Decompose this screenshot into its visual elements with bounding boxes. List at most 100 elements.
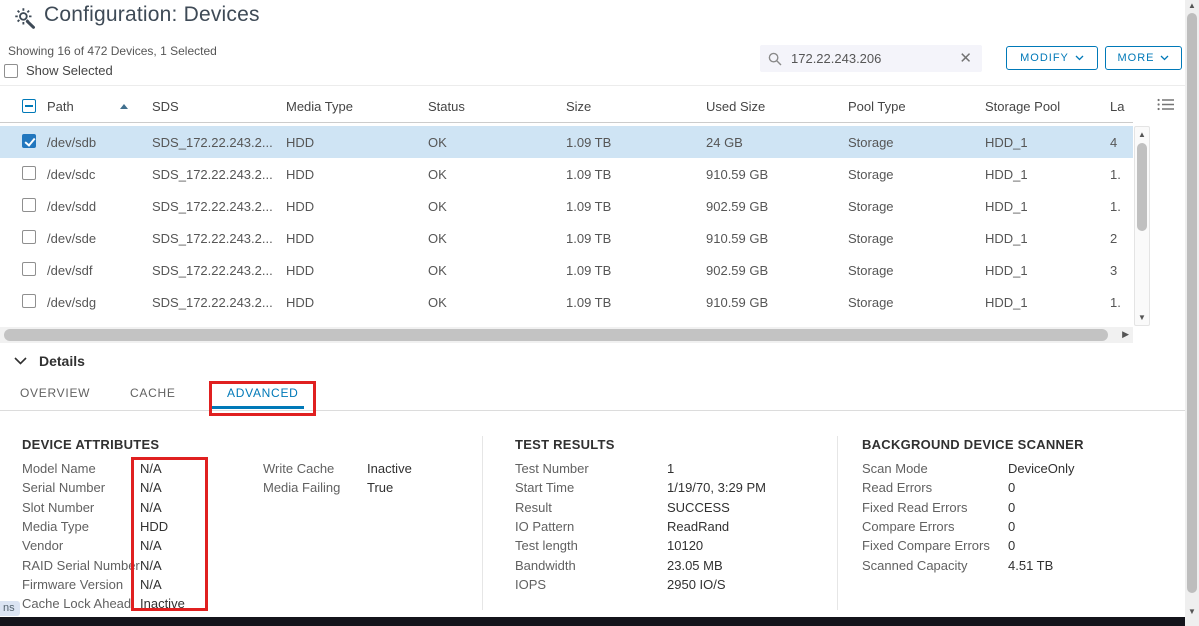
result-row: Test Number1	[515, 459, 766, 478]
cell-sds: SDS_172.22.243.2...	[152, 263, 286, 278]
select-all-cell[interactable]	[0, 99, 47, 113]
column-header-storage-pool[interactable]: Storage Pool	[985, 99, 1110, 114]
row-checkbox-cell[interactable]	[0, 134, 47, 151]
table-vertical-scrollbar[interactable]: ▲ ▼	[1134, 126, 1150, 326]
background-scanner-title: BACKGROUND DEVICE SCANNER	[862, 437, 1084, 452]
clear-search-icon[interactable]: ✕	[957, 51, 974, 66]
scroll-up-arrow-icon[interactable]: ▲	[1185, 1, 1199, 10]
row-checkbox[interactable]	[22, 198, 36, 212]
cell-last: 1.	[1110, 167, 1133, 182]
device-row-sde[interactable]: /dev/sde SDS_172.22.243.2... HDD OK 1.09…	[0, 222, 1133, 254]
device-attributes-list-2: Write CacheInactive Media FailingTrue	[263, 459, 412, 498]
cell-used-size: 910.59 GB	[706, 167, 848, 182]
page-title: Configuration: Devices	[44, 3, 260, 27]
device-row-sdc[interactable]: /dev/sdc SDS_172.22.243.2... HDD OK 1.09…	[0, 158, 1133, 190]
horizontal-scrollbar-thumb[interactable]	[4, 329, 1108, 341]
modify-button[interactable]: MODIFY	[1006, 46, 1098, 70]
cell-status: OK	[428, 231, 566, 246]
cell-used-size: 902.59 GB	[706, 199, 848, 214]
result-row: ResultSUCCESS	[515, 498, 766, 517]
cell-path: /dev/sdd	[47, 199, 152, 214]
row-checkbox[interactable]	[22, 166, 36, 180]
modify-button-label: MODIFY	[1020, 52, 1069, 64]
row-checkbox-cell[interactable]	[0, 294, 47, 311]
row-checkbox-cell[interactable]	[0, 198, 47, 215]
device-attributes-list: Model NameN/A Serial NumberN/A Slot Numb…	[22, 459, 185, 613]
column-header-size[interactable]: Size	[566, 99, 706, 114]
tab-overview[interactable]: OVERVIEW	[20, 386, 90, 400]
row-checkbox[interactable]	[22, 134, 36, 148]
scroll-up-arrow-icon[interactable]: ▲	[1135, 130, 1149, 139]
result-row: Test length10120	[515, 536, 766, 555]
row-checkbox-cell[interactable]	[0, 262, 47, 279]
search-input[interactable]: 172.22.243.206	[791, 51, 957, 66]
table-horizontal-scrollbar[interactable]: ▶	[0, 327, 1133, 343]
cell-sds: SDS_172.22.243.2...	[152, 167, 286, 182]
column-header-path[interactable]: Path	[47, 99, 152, 114]
scanner-row: Compare Errors0	[862, 517, 1074, 536]
cell-media-type: HDD	[286, 135, 428, 150]
select-all-checkbox-indeterminate[interactable]	[22, 99, 36, 113]
background-scanner-list: Scan ModeDeviceOnly Read Errors0 Fixed R…	[862, 459, 1074, 575]
row-checkbox-cell[interactable]	[0, 166, 47, 183]
cell-used-size: 910.59 GB	[706, 295, 848, 310]
chevron-down-icon	[1160, 55, 1169, 61]
row-checkbox[interactable]	[22, 262, 36, 276]
device-row-sdg[interactable]: /dev/sdg SDS_172.22.243.2... HDD OK 1.09…	[0, 286, 1133, 318]
cell-status: OK	[428, 199, 566, 214]
cell-storage-pool: HDD_1	[985, 135, 1110, 150]
search-box[interactable]: 172.22.243.206 ✕	[760, 45, 982, 72]
cell-storage-pool: HDD_1	[985, 167, 1110, 182]
section-divider	[482, 436, 483, 610]
details-section-toggle[interactable]: Details	[14, 353, 85, 369]
column-header-media-type[interactable]: Media Type	[286, 99, 428, 114]
scanner-row: Fixed Compare Errors0	[862, 536, 1074, 555]
cell-last: 1.	[1110, 199, 1133, 214]
show-selected-checkbox[interactable]	[4, 64, 18, 78]
row-checkbox-cell[interactable]	[0, 230, 47, 247]
more-button[interactable]: MORE	[1105, 46, 1182, 70]
scroll-down-arrow-icon[interactable]: ▼	[1135, 313, 1149, 322]
tab-advanced[interactable]: ADVANCED	[227, 386, 299, 400]
result-row: Start Time1/19/70, 3:29 PM	[515, 478, 766, 497]
show-selected-toggle[interactable]: Show Selected	[4, 63, 113, 78]
cell-status: OK	[428, 295, 566, 310]
attribute-row: Cache Lock AheadInactive	[22, 594, 185, 613]
scroll-right-arrow-icon[interactable]: ▶	[1122, 329, 1129, 340]
row-checkbox[interactable]	[22, 294, 36, 308]
scanner-row: Fixed Read Errors0	[862, 498, 1074, 517]
column-header-pool-type[interactable]: Pool Type	[848, 99, 985, 114]
vertical-scrollbar-thumb[interactable]	[1137, 143, 1147, 231]
cell-path: /dev/sdf	[47, 263, 152, 278]
cell-size: 1.09 TB	[566, 199, 706, 214]
column-header-last[interactable]: La	[1110, 99, 1133, 114]
row-checkbox[interactable]	[22, 230, 36, 244]
attribute-row: Media FailingTrue	[263, 478, 412, 497]
cell-status: OK	[428, 135, 566, 150]
cell-status: OK	[428, 263, 566, 278]
chevron-down-icon	[1075, 55, 1084, 61]
column-header-sds[interactable]: SDS	[152, 99, 286, 114]
column-header-used-size[interactable]: Used Size	[706, 99, 848, 114]
page-scrollbar-thumb[interactable]	[1187, 13, 1197, 593]
cell-pool-type: Storage	[848, 135, 985, 150]
cell-storage-pool: HDD_1	[985, 295, 1110, 310]
device-row-sdb[interactable]: /dev/sdb SDS_172.22.243.2... HDD OK 1.09…	[0, 126, 1133, 158]
app-window: Configuration: Devices Showing 16 of 472…	[0, 0, 1199, 626]
attribute-row: Model NameN/A	[22, 459, 185, 478]
page-vertical-scrollbar[interactable]: ▲ ▼	[1185, 0, 1199, 626]
scroll-down-arrow-icon[interactable]: ▼	[1185, 607, 1199, 616]
cell-pool-type: Storage	[848, 263, 985, 278]
cell-last: 3	[1110, 263, 1133, 278]
device-row-sdf[interactable]: /dev/sdf SDS_172.22.243.2... HDD OK 1.09…	[0, 254, 1133, 286]
cell-media-type: HDD	[286, 263, 428, 278]
column-header-status[interactable]: Status	[428, 99, 566, 114]
attribute-row: Write CacheInactive	[263, 459, 412, 478]
cell-pool-type: Storage	[848, 199, 985, 214]
device-row-sdd[interactable]: /dev/sdd SDS_172.22.243.2... HDD OK 1.09…	[0, 190, 1133, 222]
column-settings-icon[interactable]	[1157, 97, 1175, 112]
chevron-down-icon	[14, 357, 27, 365]
tab-cache[interactable]: CACHE	[130, 386, 176, 400]
attribute-row: RAID Serial NumberN/A	[22, 555, 185, 574]
scanner-row: Scan ModeDeviceOnly	[862, 459, 1074, 478]
